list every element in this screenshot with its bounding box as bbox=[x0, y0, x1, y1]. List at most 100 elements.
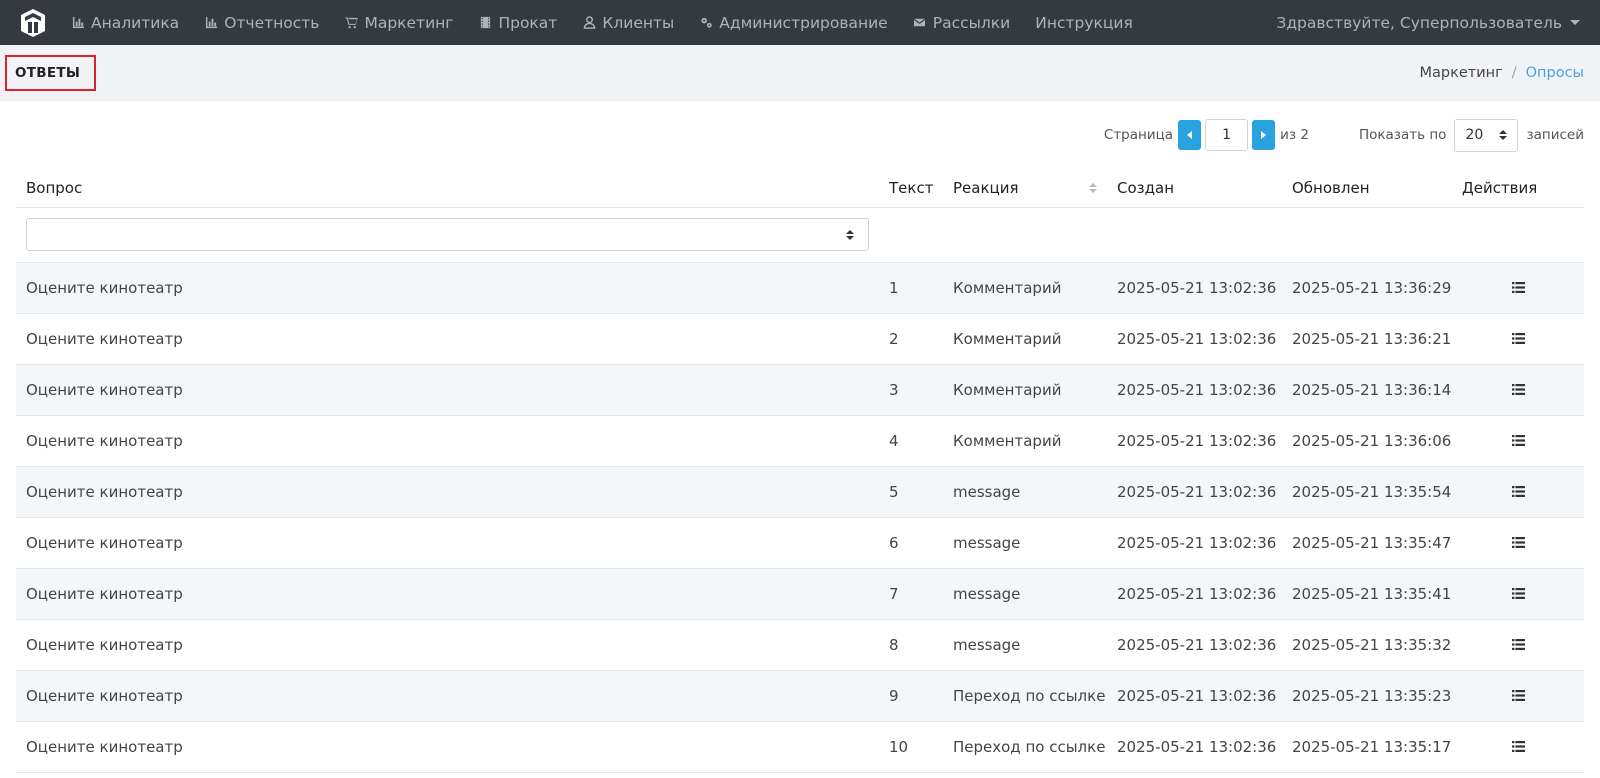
page-size-value: 20 bbox=[1465, 127, 1484, 143]
table-row: Оцените кинотеатр 6 message 2025-05-21 13:0… bbox=[16, 517, 1584, 569]
nav-item-label: Аналитика bbox=[91, 13, 180, 32]
cell-actions bbox=[1452, 415, 1584, 467]
breadcrumb-item-surveys[interactable]: Опросы bbox=[1526, 65, 1584, 81]
logo-icon[interactable] bbox=[18, 7, 48, 39]
cell-created: 2025-05-21 13:02:36 bbox=[1107, 568, 1282, 620]
cell-text: 7 bbox=[879, 568, 943, 620]
cell-updated: 2025-05-21 13:35:23 bbox=[1282, 670, 1452, 722]
table-row: Оцените кинотеатр 9 Переход по ссылке 2025-… bbox=[16, 670, 1584, 722]
bar-chart-icon bbox=[204, 16, 218, 30]
cell-actions bbox=[1452, 517, 1584, 569]
nav-item-marketing[interactable]: Маркетинг bbox=[329, 0, 463, 45]
nav-item-instructions[interactable]: Инструкция bbox=[1020, 0, 1143, 45]
cell-updated: 2025-05-21 13:36:29 bbox=[1282, 262, 1452, 314]
list-icon[interactable] bbox=[1511, 534, 1525, 552]
cell-text: 6 bbox=[879, 517, 943, 569]
select-arrows-icon bbox=[846, 229, 854, 240]
cell-text: 2 bbox=[879, 313, 943, 365]
column-header-updated[interactable]: Обновлен bbox=[1282, 169, 1452, 208]
cell-created: 2025-05-21 13:02:36 bbox=[1107, 313, 1282, 365]
list-icon[interactable] bbox=[1511, 636, 1525, 654]
nav-item-label: Маркетинг bbox=[364, 13, 454, 32]
cell-text: 10 bbox=[879, 721, 943, 773]
column-header-reaction-label: Реакция bbox=[953, 178, 1019, 197]
table-row: Оцените кинотеатр 8 message 2025-05-21 13:0… bbox=[16, 619, 1584, 671]
cell-updated: 2025-05-21 13:35:41 bbox=[1282, 568, 1452, 620]
cell-question: Оцените кинотеатр bbox=[16, 619, 879, 671]
list-icon[interactable] bbox=[1511, 585, 1525, 603]
question-filter-select[interactable] bbox=[26, 218, 869, 251]
cell-reaction: message bbox=[943, 568, 1107, 620]
cell-updated: 2025-05-21 13:35:47 bbox=[1282, 517, 1452, 569]
cell-actions bbox=[1452, 364, 1584, 416]
column-header-reaction[interactable]: Реакция bbox=[943, 169, 1107, 208]
cell-updated: 2025-05-21 13:36:06 bbox=[1282, 415, 1452, 467]
prev-page-button[interactable] bbox=[1178, 120, 1202, 150]
cell-updated: 2025-05-21 13:36:21 bbox=[1282, 313, 1452, 365]
answers-table: Вопрос Текст Реакция Создан Обновлен Дей… bbox=[16, 169, 1584, 773]
select-arrows-icon bbox=[1499, 130, 1508, 140]
cell-updated: 2025-05-21 13:35:17 bbox=[1282, 721, 1452, 773]
cell-updated: 2025-05-21 13:35:54 bbox=[1282, 466, 1452, 518]
answers-table-container: Вопрос Текст Реакция Создан Обновлен Дей… bbox=[0, 169, 1600, 773]
page-header: ОТВЕТЫ Маркетинг / Опросы bbox=[0, 45, 1600, 101]
column-header-question[interactable]: Вопрос bbox=[16, 169, 879, 208]
cell-created: 2025-05-21 13:02:36 bbox=[1107, 364, 1282, 416]
cell-question: Оцените кинотеатр bbox=[16, 670, 879, 722]
list-icon[interactable] bbox=[1511, 687, 1525, 705]
cell-updated: 2025-05-21 13:35:32 bbox=[1282, 619, 1452, 671]
nav-item-label: Отчетность bbox=[224, 13, 320, 32]
breadcrumb-item-marketing[interactable]: Маркетинг bbox=[1419, 65, 1502, 81]
nav-item-administration[interactable]: Администрирование bbox=[684, 0, 897, 45]
chevron-left-icon bbox=[1187, 131, 1193, 139]
user-icon bbox=[582, 16, 596, 30]
list-icon[interactable] bbox=[1511, 279, 1525, 297]
cell-text: 5 bbox=[879, 466, 943, 518]
next-page-button[interactable] bbox=[1252, 120, 1276, 150]
table-row: Оцените кинотеатр 7 message 2025-05-21 13:0… bbox=[16, 568, 1584, 620]
list-icon[interactable] bbox=[1511, 738, 1525, 756]
nav-item-label: Инструкция bbox=[1035, 13, 1133, 32]
page-size-select[interactable]: 20 bbox=[1454, 118, 1519, 152]
cell-text: 4 bbox=[879, 415, 943, 467]
column-header-text[interactable]: Текст bbox=[879, 169, 943, 208]
nav-item-rental[interactable]: Прокат bbox=[463, 0, 567, 45]
column-header-created[interactable]: Создан bbox=[1107, 169, 1282, 208]
bar-chart-icon bbox=[71, 16, 85, 30]
cell-actions bbox=[1452, 670, 1584, 722]
cell-reaction: Комментарий bbox=[943, 415, 1107, 467]
page-label: Страница bbox=[1103, 127, 1174, 143]
cell-reaction: Переход по ссылке bbox=[943, 721, 1107, 773]
nav-item-reports[interactable]: Отчетность bbox=[189, 0, 329, 45]
cell-reaction: Комментарий bbox=[943, 313, 1107, 365]
records-label: записей bbox=[1526, 127, 1584, 143]
list-icon[interactable] bbox=[1511, 432, 1525, 450]
list-icon[interactable] bbox=[1511, 330, 1525, 348]
cell-created: 2025-05-21 13:02:36 bbox=[1107, 517, 1282, 569]
cell-reaction: message bbox=[943, 619, 1107, 671]
cell-created: 2025-05-21 13:02:36 bbox=[1107, 415, 1282, 467]
user-menu[interactable]: Здравствуйте, Суперпользователь bbox=[1276, 14, 1600, 32]
page-size-label: Показать по bbox=[1358, 127, 1447, 143]
cell-reaction: Переход по ссылке bbox=[943, 670, 1107, 722]
cell-reaction: Комментарий bbox=[943, 262, 1107, 314]
cell-question: Оцените кинотеатр bbox=[16, 568, 879, 620]
chevron-down-icon bbox=[1570, 20, 1580, 25]
table-row: Оцените кинотеатр 2 Комментарий 2025-05-21 … bbox=[16, 313, 1584, 365]
cell-actions bbox=[1452, 721, 1584, 773]
nav-item-analytics[interactable]: Аналитика bbox=[56, 0, 189, 45]
pagination-bar: Страница из 2 Показать по 20 записей bbox=[0, 101, 1600, 169]
nav-item-mailings[interactable]: Рассылки bbox=[898, 0, 1020, 45]
cell-reaction: message bbox=[943, 466, 1107, 518]
sort-icon[interactable] bbox=[1089, 182, 1097, 193]
cell-actions bbox=[1452, 262, 1584, 314]
breadcrumb-separator: / bbox=[1511, 64, 1517, 81]
page-number-input[interactable] bbox=[1205, 119, 1249, 151]
table-row: Оцените кинотеатр 10 Переход по ссылке 2025… bbox=[16, 721, 1584, 773]
list-icon[interactable] bbox=[1511, 381, 1525, 399]
nav-item-clients[interactable]: Клиенты bbox=[567, 0, 684, 45]
table-row: Оцените кинотеатр 1 Комментарий 2025-05-21 … bbox=[16, 262, 1584, 314]
list-icon[interactable] bbox=[1511, 483, 1525, 501]
cell-reaction: Комментарий bbox=[943, 364, 1107, 416]
cell-question: Оцените кинотеатр bbox=[16, 466, 879, 518]
